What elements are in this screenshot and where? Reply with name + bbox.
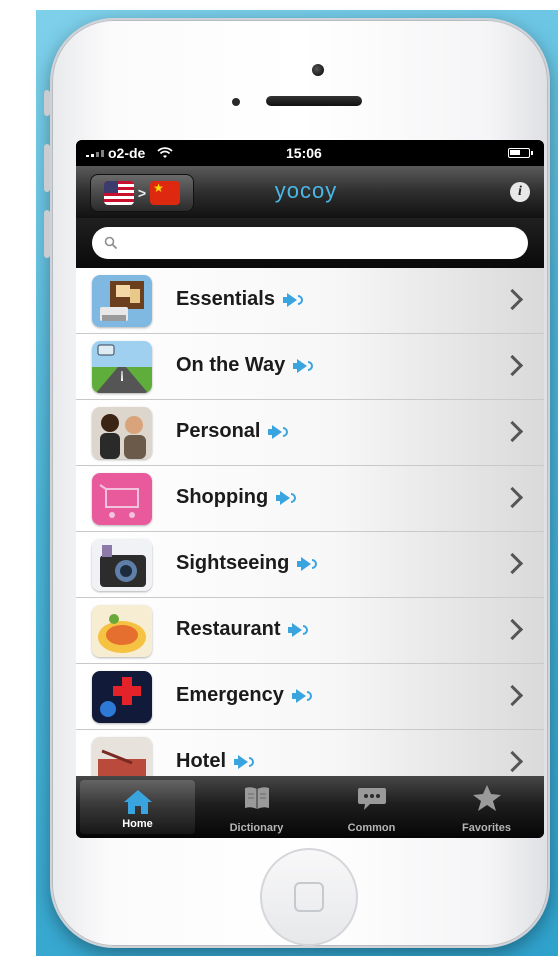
list-item-restaurant[interactable]: Restaurant: [76, 598, 544, 664]
chevron-right-icon: [501, 288, 524, 311]
list-item-label: On the Way: [176, 354, 315, 377]
speech-bubble-icon: [357, 788, 386, 810]
list-item-label: Shopping: [176, 486, 298, 509]
arrow-icon: >: [137, 185, 147, 201]
speaker-icon: [279, 292, 305, 307]
category-list: Essentials On the Way Personal Shopping …: [76, 268, 544, 776]
people-icon: [92, 407, 152, 459]
search-bar: [76, 218, 544, 268]
tab-label: Common: [347, 822, 396, 834]
chevron-right-icon: [501, 552, 524, 575]
road-icon: [92, 341, 152, 393]
mute-switch: [44, 90, 50, 116]
signal-icon: [86, 149, 104, 157]
tab-label: Favorites: [462, 822, 511, 834]
home-button[interactable]: [260, 848, 358, 946]
food-icon: [92, 605, 152, 657]
list-item-on-the-way[interactable]: On the Way: [76, 334, 544, 400]
carrier-name: o2-de: [108, 145, 146, 161]
volume-down-button: [44, 210, 50, 258]
tab-home[interactable]: Home: [80, 780, 195, 834]
list-item-essentials[interactable]: Essentials: [76, 268, 544, 334]
list-item-label: Hotel: [176, 750, 256, 773]
speaker-icon: [230, 754, 256, 769]
list-item-label: Emergency: [176, 684, 314, 707]
list-item-personal[interactable]: Personal: [76, 400, 544, 466]
chevron-right-icon: [501, 420, 524, 443]
chevron-right-icon: [501, 486, 524, 509]
speaker-icon: [284, 622, 310, 637]
list-item-sightseeing[interactable]: Sightseeing: [76, 532, 544, 598]
list-item-label: Sightseeing: [176, 552, 319, 575]
battery-icon: [508, 148, 533, 158]
chevron-right-icon: [501, 354, 524, 377]
chevron-right-icon: [501, 618, 524, 641]
tab-dictionary[interactable]: Dictionary: [199, 776, 314, 838]
tab-common[interactable]: Common: [314, 776, 429, 838]
phone-screen: o2-de 15:06 > yocoy i: [76, 140, 544, 838]
chevron-right-icon: [501, 684, 524, 707]
navigation-bar: > yocoy i: [76, 166, 544, 218]
list-item-label: Restaurant: [176, 618, 310, 641]
star-icon: [472, 785, 501, 811]
cart-icon: [92, 473, 152, 525]
list-item-hotel[interactable]: Hotel: [76, 730, 544, 776]
wifi-icon: [157, 147, 173, 158]
camera-icon: [92, 539, 152, 591]
list-item-label: Essentials: [176, 288, 305, 311]
volume-up-button: [44, 144, 50, 192]
tab-favorites[interactable]: Favorites: [429, 776, 544, 838]
tab-bar: Home Dictionary Common Favorites: [76, 776, 544, 838]
tab-label: Home: [122, 818, 153, 830]
status-time: 15:06: [286, 145, 322, 161]
list-item-shopping[interactable]: Shopping: [76, 466, 544, 532]
earpiece-speaker: [266, 96, 362, 106]
app-logo: yocoy: [274, 178, 338, 203]
info-icon[interactable]: i: [510, 182, 530, 202]
search-input[interactable]: [92, 227, 528, 259]
emergency-icon: [92, 671, 152, 723]
list-item-emergency[interactable]: Emergency: [76, 664, 544, 730]
list-item-label: Personal: [176, 420, 290, 443]
speaker-icon: [288, 688, 314, 703]
language-pair-button[interactable]: >: [90, 174, 194, 212]
status-bar: o2-de 15:06: [76, 140, 544, 166]
speaker-icon: [289, 358, 315, 373]
front-sensor: [312, 64, 324, 76]
hotel-icon: [92, 737, 152, 776]
search-icon: [104, 236, 118, 250]
speaker-icon: [272, 490, 298, 505]
home-icon: [123, 790, 152, 814]
chevron-right-icon: [501, 750, 524, 773]
book-icon: [244, 787, 269, 809]
tab-label: Dictionary: [229, 822, 284, 834]
china-flag-icon: [150, 181, 181, 205]
essentials-icon: [92, 275, 152, 327]
us-flag-icon: [103, 181, 134, 205]
carrier-info: o2-de: [86, 145, 173, 161]
speaker-icon: [264, 424, 290, 439]
speaker-icon: [293, 556, 319, 571]
front-camera: [232, 98, 240, 106]
